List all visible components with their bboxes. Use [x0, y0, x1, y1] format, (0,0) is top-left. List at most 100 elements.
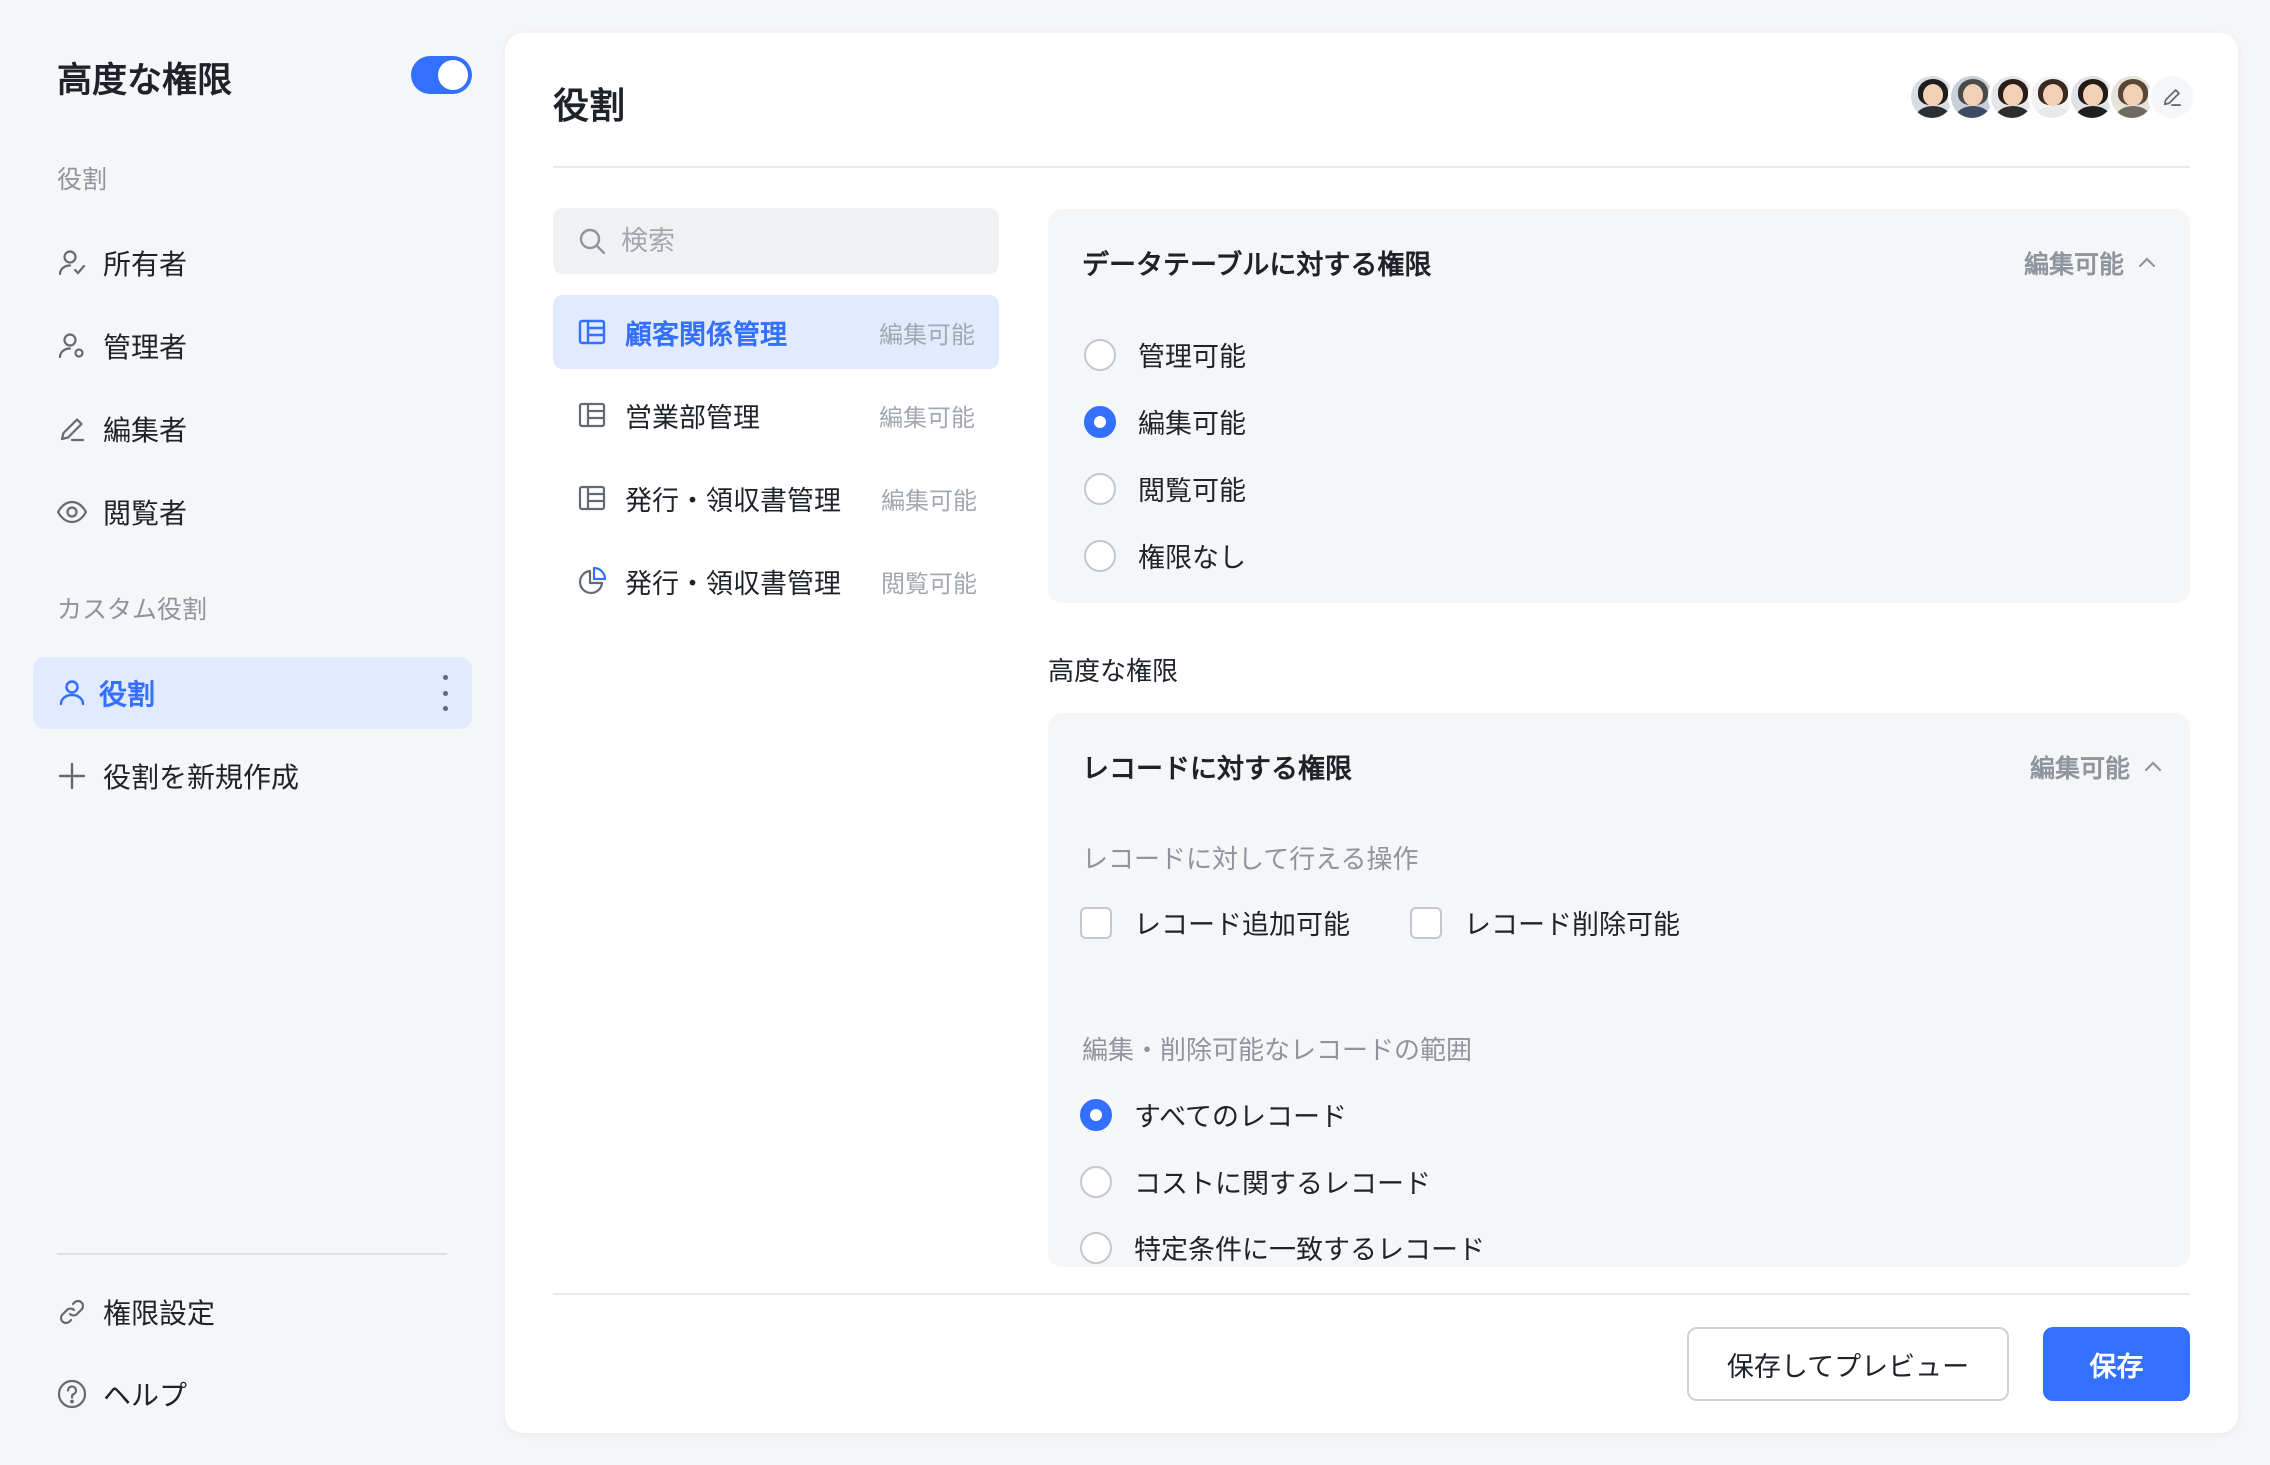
sidebar-item-editor[interactable]: 編集者 — [33, 393, 472, 465]
table-icon — [577, 483, 609, 513]
radio-button[interactable] — [1080, 1098, 1112, 1131]
radio-edit[interactable]: 編集可能 — [1084, 402, 1246, 441]
operations-label: レコードに対して行える操作 — [1082, 845, 1419, 875]
toggle-knob — [438, 60, 468, 90]
checkbox-label: レコード削除可能 — [1464, 910, 1680, 941]
table-item-permission: 編集可能 — [879, 320, 975, 349]
edit-collaborators-button[interactable] — [2148, 73, 2196, 121]
record-permission-panel: レコードに対する権限 編集可能 レコードに対して行える操作 レコード追加可能 レ… — [1048, 713, 2190, 1267]
help-circle-icon — [55, 1377, 89, 1411]
radio-label: 権限なし — [1138, 543, 1246, 574]
radio-button[interactable] — [1080, 1165, 1112, 1198]
radio-button[interactable] — [1084, 472, 1116, 505]
panel-permission-dropdown[interactable]: 編集可能 — [2030, 749, 2164, 785]
radio-label: 編集可能 — [1138, 409, 1246, 440]
table-item-name: 顧客関係管理 — [625, 319, 787, 351]
table-icon — [577, 317, 609, 347]
sidebar-item-label: 権限設定 — [103, 1297, 216, 1330]
table-item-crm[interactable]: 顧客関係管理 編集可能 — [553, 295, 999, 369]
panel-permission-value: 編集可能 — [2023, 250, 2124, 279]
radio-manage[interactable]: 管理可能 — [1084, 335, 1246, 374]
dashboard-icon — [577, 566, 609, 596]
radio-condition-records[interactable]: 特定条件に一致するレコード — [1080, 1228, 1485, 1267]
table-item-permission: 編集可能 — [881, 486, 977, 515]
table-icon — [577, 400, 609, 430]
sidebar-item-label: 役割を新規作成 — [103, 761, 300, 794]
table-item-permission: 編集可能 — [879, 403, 975, 432]
checkbox[interactable] — [1410, 906, 1442, 939]
radio-none[interactable]: 権限なし — [1084, 536, 1246, 575]
sidebar: 高度な権限 役割 所有者 管理者 編集者 閲覧者 カスタム役割 役割 役割を新規… — [0, 0, 500, 1465]
sidebar-item-viewer[interactable]: 閲覧者 — [33, 476, 472, 548]
sidebar-title: 高度な権限 — [57, 61, 233, 101]
advanced-permissions-label: 高度な権限 — [1048, 657, 1179, 687]
sidebar-item-label: 管理者 — [103, 331, 188, 364]
table-item-sales[interactable]: 営業部管理 編集可能 — [553, 378, 999, 452]
radio-label: すべてのレコード — [1134, 1102, 1348, 1133]
collaborator-avatars[interactable] — [1908, 73, 2196, 121]
pencil-icon — [2161, 86, 2183, 108]
checkbox[interactable] — [1080, 906, 1112, 939]
sidebar-item-label: 所有者 — [103, 248, 188, 281]
sidebar-item-owner[interactable]: 所有者 — [33, 227, 472, 299]
radio-button[interactable] — [1084, 539, 1116, 572]
more-options-icon[interactable] — [440, 675, 450, 711]
sidebar-item-help[interactable]: ヘルプ — [33, 1358, 472, 1430]
radio-label: 閲覧可能 — [1138, 476, 1246, 507]
chevron-up-icon — [2142, 756, 2164, 778]
sidebar-item-label: 役割 — [99, 678, 156, 711]
checkbox-delete-record[interactable]: レコード削除可能 — [1410, 903, 1680, 942]
sidebar-divider — [57, 1253, 447, 1255]
table-item-invoice[interactable]: 発行・領収書管理 編集可能 — [553, 461, 999, 535]
chevron-up-icon — [2136, 252, 2158, 274]
section-label-roles: 役割 — [57, 165, 108, 194]
eye-icon — [55, 495, 89, 529]
search-box[interactable] — [553, 208, 999, 274]
scope-label: 編集・削除可能なレコードの範囲 — [1082, 1036, 1473, 1066]
table-item-invoice-dashboard[interactable]: 発行・領収書管理 閲覧可能 — [553, 544, 999, 618]
section-label-custom-roles: カスタム役割 — [57, 595, 208, 624]
search-input[interactable] — [621, 225, 961, 257]
radio-all-records[interactable]: すべてのレコード — [1080, 1095, 1347, 1134]
main-panel: 役割 検索 顧客関係管理 編集可能 営業部管理 編集可能 発行・領収書管理 編集… — [505, 33, 2238, 1433]
radio-cost-records[interactable]: コストに関するレコード — [1080, 1162, 1431, 1201]
user-settings-icon — [55, 329, 89, 363]
sidebar-item-permission-settings[interactable]: 権限設定 — [33, 1276, 472, 1348]
table-item-permission: 閲覧可能 — [881, 569, 977, 598]
radio-button[interactable] — [1080, 1231, 1112, 1264]
page-title: 役割 — [553, 86, 626, 127]
sidebar-item-label: 編集者 — [103, 414, 188, 447]
header-divider — [553, 166, 2190, 168]
advanced-permissions-toggle[interactable] — [411, 56, 472, 94]
panel-title: データテーブルに対する権限 — [1082, 250, 1432, 281]
table-item-name: 発行・領収書管理 — [625, 568, 841, 600]
link-icon — [55, 1295, 89, 1329]
radio-button[interactable] — [1084, 338, 1116, 371]
user-icon — [55, 676, 89, 710]
table-item-name: 営業部管理 — [625, 402, 760, 434]
save-button[interactable]: 保存 — [2043, 1327, 2190, 1401]
sidebar-item-label: 閲覧者 — [103, 497, 188, 530]
radio-button[interactable] — [1084, 405, 1116, 438]
footer-divider — [553, 1293, 2190, 1295]
checkbox-add-record[interactable]: レコード追加可能 — [1080, 903, 1350, 942]
panel-permission-dropdown[interactable]: 編集可能 — [2024, 245, 2158, 281]
table-permission-panel: データテーブルに対する権限 編集可能 管理可能 編集可能 閲覧可能 権限なし — [1048, 209, 2190, 603]
panel-permission-value: 編集可能 — [2029, 754, 2130, 783]
user-check-icon — [55, 246, 89, 280]
plus-icon — [55, 759, 89, 793]
panel-title: レコードに対する権限 — [1082, 754, 1352, 785]
radio-label: コストに関するレコード — [1134, 1169, 1431, 1200]
sidebar-item-admin[interactable]: 管理者 — [33, 310, 472, 382]
sidebar-item-custom-role[interactable]: 役割 — [33, 657, 472, 729]
radio-label: 特定条件に一致するレコード — [1134, 1235, 1485, 1266]
radio-view[interactable]: 閲覧可能 — [1084, 469, 1246, 508]
create-role-button[interactable]: 役割を新規作成 — [33, 740, 472, 812]
pencil-icon — [55, 412, 89, 446]
sidebar-item-label: ヘルプ — [103, 1379, 188, 1412]
table-item-name: 発行・領収書管理 — [625, 485, 841, 517]
save-and-preview-button[interactable]: 保存してプレビュー — [1687, 1327, 2009, 1401]
checkbox-label: レコード追加可能 — [1134, 910, 1350, 941]
search-icon — [577, 226, 607, 256]
radio-label: 管理可能 — [1138, 342, 1246, 373]
